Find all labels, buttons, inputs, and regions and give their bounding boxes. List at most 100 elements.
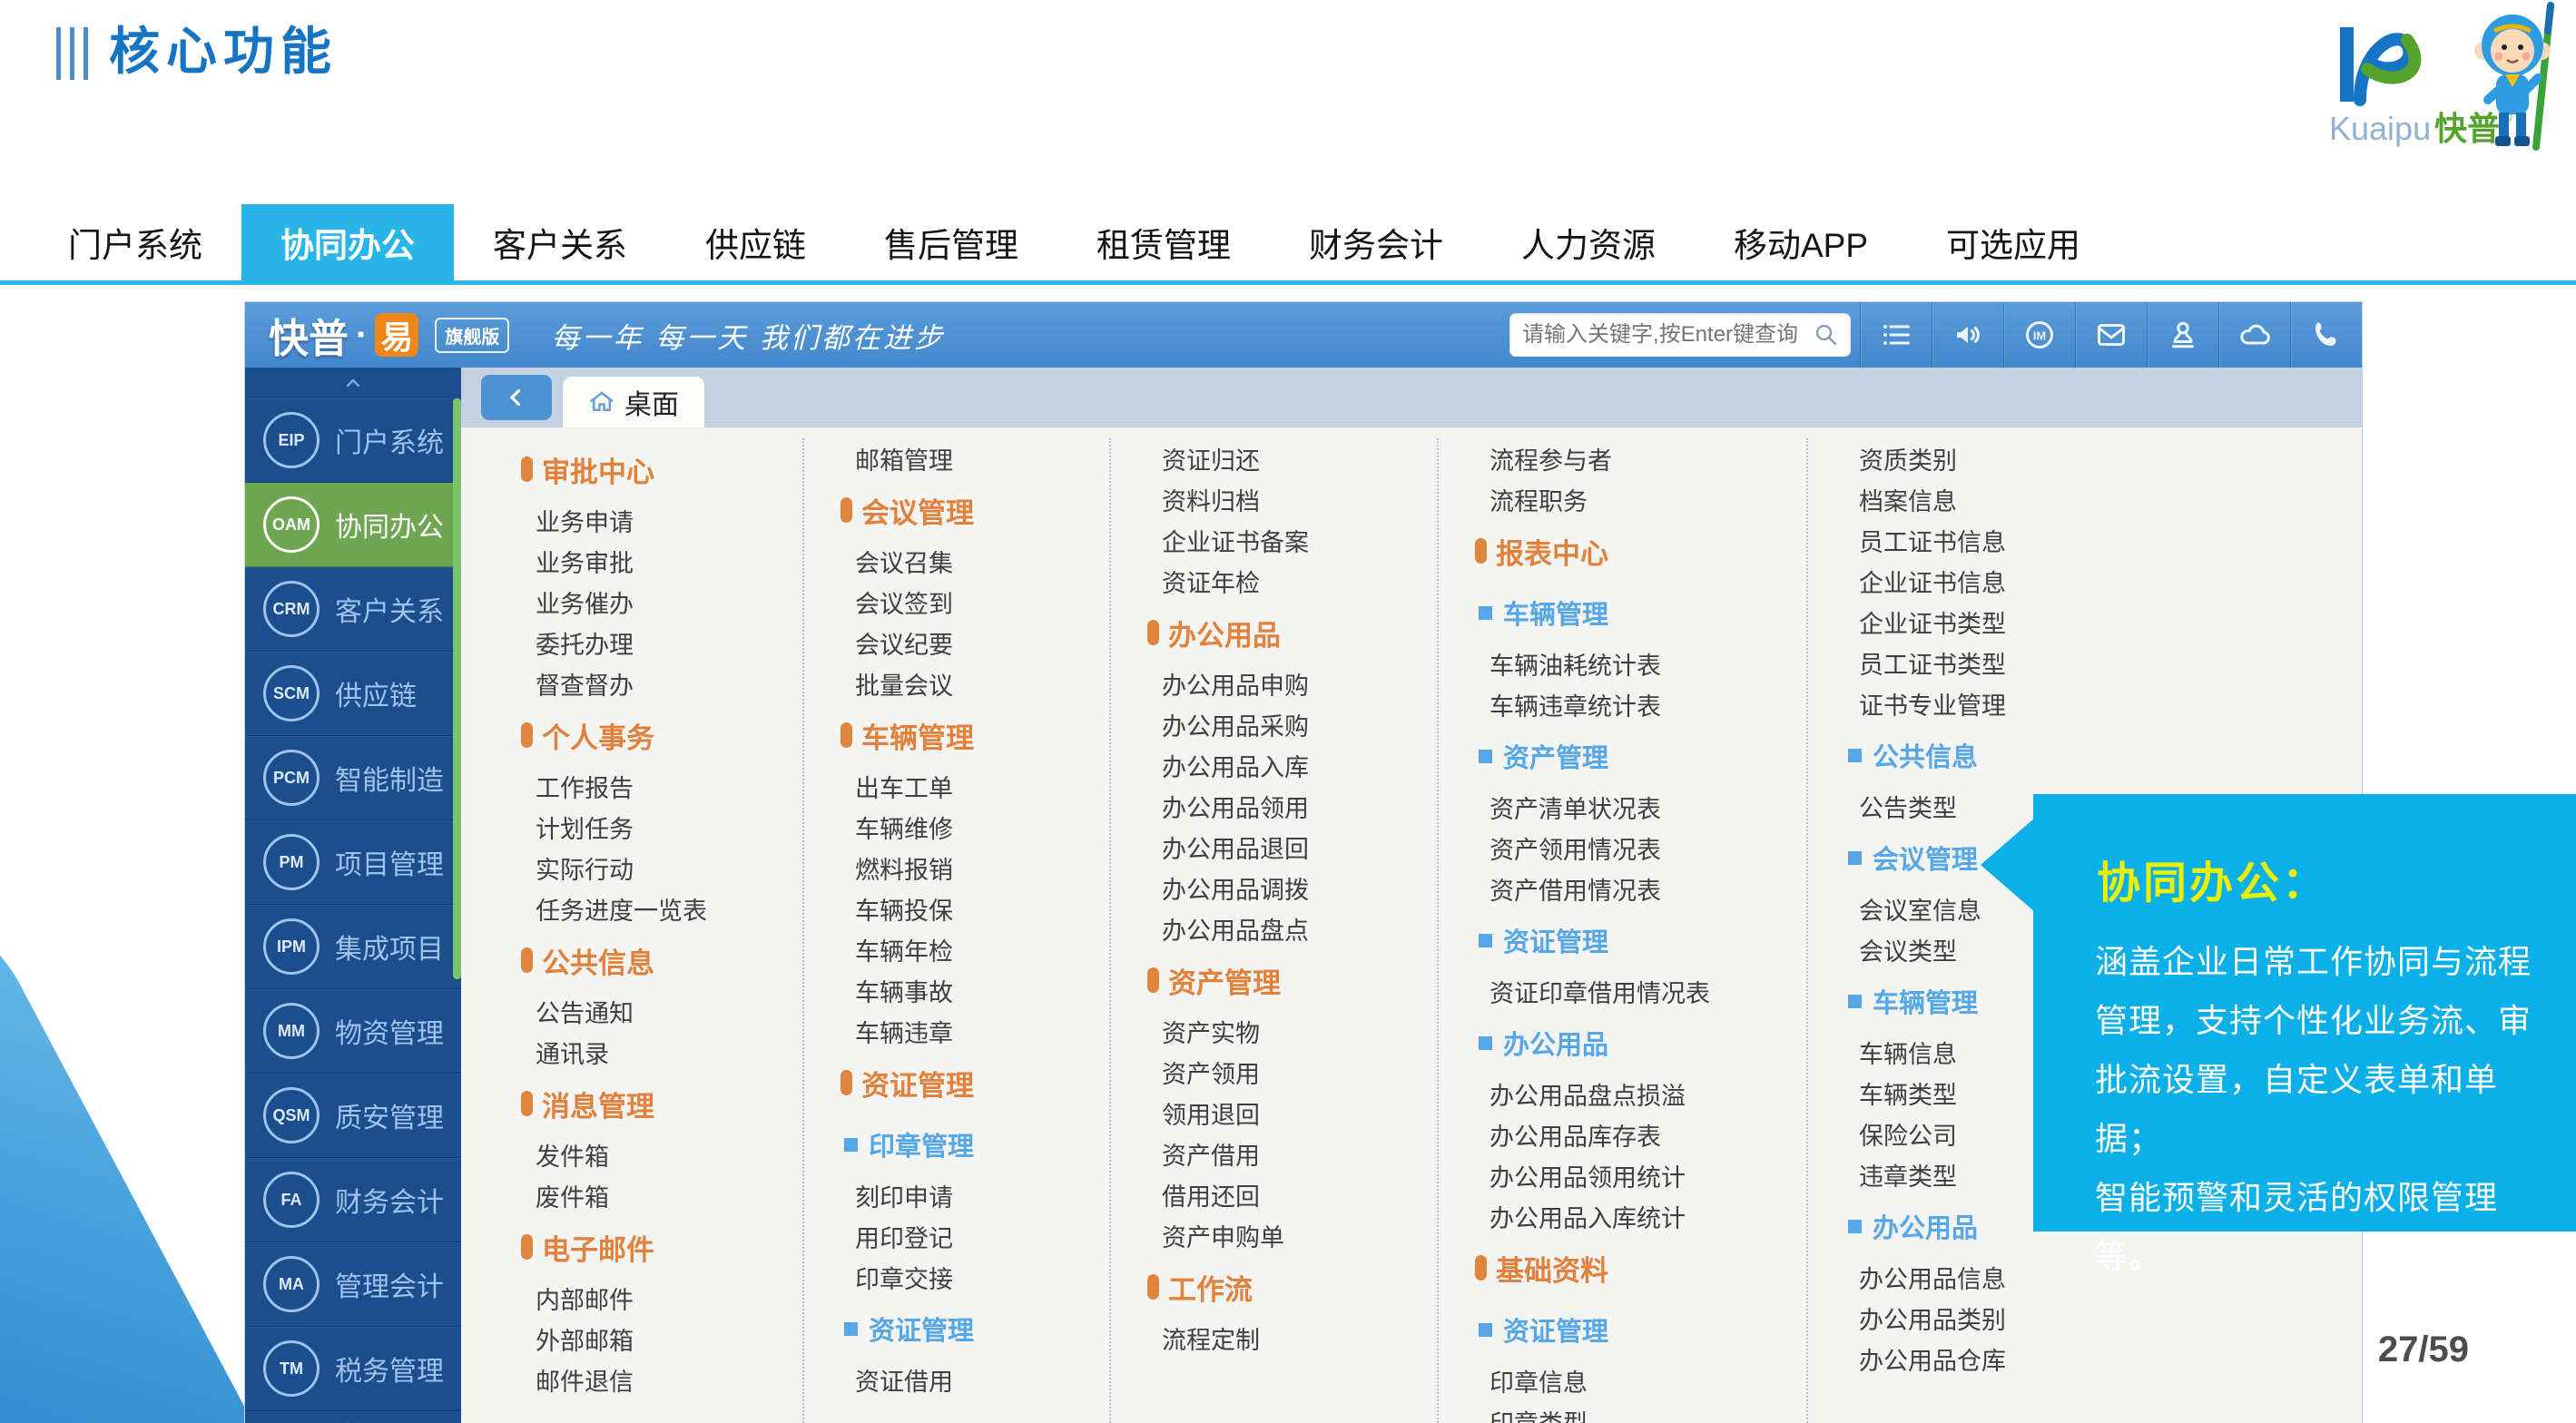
menu-item[interactable]: 车辆维修 [804,807,1109,848]
menu-item[interactable]: 车辆事故 [804,970,1109,1011]
menu-item[interactable]: 通讯录 [485,1032,802,1073]
menu-item[interactable]: 资证年检 [1111,561,1437,602]
menu-item[interactable]: 车辆投保 [804,888,1109,929]
menu-item[interactable]: 邮箱管理 [804,438,1109,479]
menu-item[interactable]: 办公用品库存表 [1439,1114,1806,1155]
module-tab[interactable]: 移动APP [1695,204,1907,280]
module-tab[interactable]: 供应链 [666,204,845,280]
menu-item[interactable]: 车辆油耗统计表 [1439,643,1806,684]
menu-item[interactable]: 业务申请 [485,500,802,541]
menu-item[interactable]: 实际行动 [485,848,802,888]
menu-item[interactable]: 业务审批 [485,541,802,582]
menu-item[interactable]: 业务催办 [485,582,802,623]
sidebar-item[interactable]: CRM客户关系 [245,567,461,652]
module-tab[interactable]: 可选应用 [1907,204,2119,280]
menu-item[interactable]: 办公用品申购 [1111,663,1437,704]
menu-item[interactable]: 车辆违章统计表 [1439,684,1806,725]
sidebar-item[interactable]: IPM集成项目 [245,905,461,989]
im-button[interactable]: IM [2003,302,2075,368]
module-tab[interactable]: 租赁管理 [1057,204,1270,280]
menu-item[interactable]: 流程参与者 [1439,438,1806,479]
menu-item[interactable]: 资产借用 [1111,1133,1437,1174]
menu-item[interactable]: 刻印申请 [804,1175,1109,1216]
menu-item[interactable]: 办公用品领用 [1111,786,1437,827]
menu-item[interactable]: 企业证书信息 [1808,561,2362,602]
menu-item[interactable]: 用印登记 [804,1216,1109,1257]
menu-item[interactable]: 车辆年检 [804,929,1109,970]
menu-item[interactable]: 委托办理 [485,623,802,663]
menu-item[interactable]: 会议纪要 [804,623,1109,663]
menu-item[interactable]: 公告通知 [485,991,802,1032]
menu-item[interactable]: 办公用品入库 [1111,745,1437,786]
menu-item[interactable]: 办公用品退回 [1111,827,1437,868]
menu-item[interactable]: 印章信息 [1439,1360,1806,1401]
menu-item[interactable]: 领用退回 [1111,1093,1437,1133]
menu-item[interactable]: 印章类型 [1439,1401,1806,1423]
menu-item[interactable]: 资产借用情况表 [1439,869,1806,909]
menu-item[interactable]: 办公用品盘点 [1111,908,1437,949]
menu-item[interactable]: 发件箱 [485,1134,802,1175]
menu-item[interactable]: 批量会议 [804,663,1109,704]
menu-item[interactable]: 废件箱 [485,1175,802,1216]
menu-item[interactable]: 办公用品盘点损溢 [1439,1074,1806,1114]
tab-desktop[interactable]: 桌面 [563,377,704,427]
menu-item[interactable]: 资产领用 [1111,1052,1437,1093]
menu-item[interactable]: 企业证书类型 [1808,602,2362,643]
sidebar-item[interactable]: TM税务管理 [245,1327,461,1411]
menu-item[interactable]: 印章交接 [804,1257,1109,1298]
menu-item[interactable]: 任务进度一览表 [485,888,802,929]
menu-item[interactable]: 资产申购单 [1111,1215,1437,1256]
menu-item[interactable]: 办公用品入库统计 [1439,1196,1806,1237]
menu-item[interactable]: 外部邮箱 [485,1319,802,1359]
mail-button[interactable] [2075,302,2147,368]
menu-item[interactable]: 资质类别 [1808,438,2362,479]
menu-item[interactable]: 企业证书备案 [1111,520,1437,561]
menu-item[interactable]: 办公用品调拨 [1111,868,1437,908]
menu-item[interactable]: 工作报告 [485,766,802,807]
menu-item[interactable]: 流程定制 [1111,1318,1437,1359]
sidebar-item[interactable]: PM项目管理 [245,820,461,905]
stamp-button[interactable] [2147,302,2218,368]
module-tab[interactable]: 协同办公 [241,204,454,280]
menu-item[interactable]: 督查督办 [485,663,802,704]
menu-item[interactable]: 办公用品采购 [1111,704,1437,745]
module-tab[interactable]: 门户系统 [29,204,241,280]
menu-item[interactable]: 资产领用情况表 [1439,828,1806,869]
sidebar-item[interactable]: OAM协同办公 [245,483,461,567]
menu-item[interactable]: 资料归档 [1111,479,1437,520]
module-tab[interactable]: 人力资源 [1482,204,1695,280]
sidebar-item[interactable]: SCM供应链 [245,652,461,736]
menu-item[interactable]: 办公用品仓库 [1808,1339,2362,1379]
menu-item[interactable]: 邮件退信 [485,1359,802,1400]
menu-item[interactable]: 内部邮件 [485,1278,802,1319]
menu-item[interactable]: 计划任务 [485,807,802,848]
menu-item[interactable]: 员工证书类型 [1808,643,2362,683]
sidebar-item[interactable]: FA财务会计 [245,1158,461,1242]
sidebar-item[interactable]: MM物资管理 [245,989,461,1074]
sidebar-item[interactable]: PCM智能制造 [245,736,461,820]
sidebar-scroll-up-chevron-icon[interactable] [245,368,461,398]
speaker-button[interactable] [1932,302,2003,368]
back-button[interactable] [481,375,552,420]
sidebar-scrollbar[interactable] [453,398,461,979]
menu-item[interactable]: 档案信息 [1808,479,2362,520]
list-button[interactable] [1860,302,1932,368]
menu-item[interactable]: 资产实物 [1111,1011,1437,1052]
module-tab[interactable]: 客户关系 [454,204,666,280]
sidebar-item[interactable]: EIP门户系统 [245,398,461,483]
phone-button[interactable] [2290,302,2362,368]
menu-item[interactable]: 流程职务 [1439,479,1806,520]
menu-item[interactable]: 资证印章借用情况表 [1439,971,1806,1012]
menu-item[interactable]: 资证借用 [804,1359,1109,1400]
menu-item[interactable]: 资产清单状况表 [1439,787,1806,828]
sidebar-item[interactable]: MA管理会计 [245,1242,461,1327]
menu-item[interactable]: 借用还回 [1111,1174,1437,1215]
menu-item[interactable]: 会议签到 [804,582,1109,623]
menu-item[interactable]: 出车工单 [804,766,1109,807]
menu-item[interactable]: 燃料报销 [804,848,1109,888]
module-tab[interactable]: 售后管理 [845,204,1057,280]
menu-item[interactable]: 资证归还 [1111,438,1437,479]
menu-item[interactable]: 证书专业管理 [1808,683,2362,724]
search-input[interactable] [1520,321,1813,348]
menu-item[interactable]: 办公用品类别 [1808,1298,2362,1339]
